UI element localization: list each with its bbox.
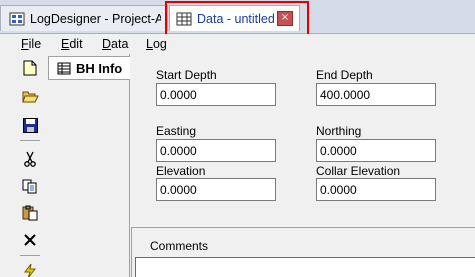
delete-icon[interactable]	[20, 230, 40, 250]
copy-icon[interactable]	[20, 176, 40, 196]
toolbar-separator	[20, 255, 40, 256]
end-depth-field[interactable]	[316, 83, 436, 106]
page-tab-panel: BH Info	[44, 54, 130, 277]
close-tab-button[interactable]: ×	[277, 11, 293, 26]
new-file-icon[interactable]	[20, 58, 40, 78]
paste-icon[interactable]	[20, 203, 40, 223]
save-icon[interactable]	[20, 115, 40, 135]
start-depth-field[interactable]	[156, 83, 276, 106]
northing-field[interactable]	[316, 139, 436, 162]
menu-data[interactable]: Data	[102, 37, 128, 51]
menu-file[interactable]: File	[21, 37, 41, 51]
collar-elevation-field[interactable]	[316, 178, 436, 201]
tab-bh-info[interactable]: BH Info	[48, 56, 130, 80]
tab-bh-info-label: BH Info	[76, 60, 123, 76]
end-depth-label: End Depth	[316, 68, 373, 82]
data-grid-icon	[176, 12, 192, 26]
comments-group: Comments	[131, 227, 475, 277]
comments-field[interactable]	[135, 257, 475, 277]
app-icon	[9, 12, 25, 26]
northing-label: Northing	[316, 124, 362, 138]
comments-label: Comments	[150, 239, 209, 253]
start-depth-label: Start Depth	[156, 68, 217, 82]
data-form: BH Info Start Depth End Depth Easting No…	[44, 54, 475, 277]
borehole-icon	[57, 62, 71, 75]
collar-elevation-label: Collar Elevation	[316, 164, 401, 178]
elevation-label: Elevation	[156, 164, 206, 178]
tab-project-label: LogDesigner - Project-A	[30, 11, 161, 26]
menu-log[interactable]: Log	[146, 37, 167, 51]
toolbar-separator	[20, 140, 40, 141]
cut-icon[interactable]	[20, 149, 40, 169]
tab-data-label: Data - untitled	[197, 11, 275, 26]
elevation-field[interactable]	[156, 178, 276, 201]
menu-bar: File Edit Data Log	[0, 34, 475, 54]
run-icon[interactable]	[20, 261, 40, 277]
easting-field[interactable]	[156, 139, 276, 162]
menu-edit[interactable]: Edit	[61, 37, 83, 51]
tab-data[interactable]: Data - untitled ×	[169, 5, 300, 31]
document-tab-strip: LogDesigner - Project-A Data - untitled …	[0, 0, 475, 34]
open-folder-icon[interactable]	[20, 86, 40, 106]
easting-label: Easting	[156, 124, 197, 138]
tab-project[interactable]: LogDesigner - Project-A	[0, 5, 168, 31]
left-toolbar	[0, 54, 44, 277]
